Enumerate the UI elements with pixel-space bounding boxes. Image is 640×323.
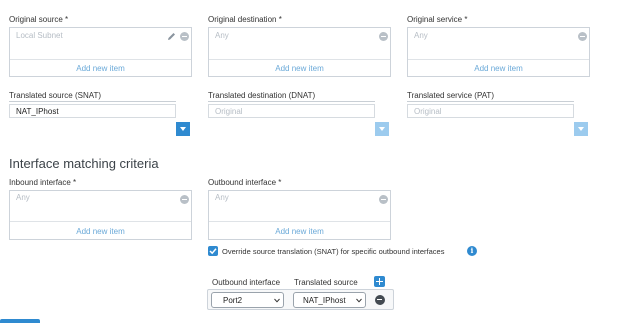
inbound-interface-field: Any Add new item	[9, 190, 192, 240]
bottom-action-button[interactable]	[0, 319, 40, 323]
translated-service-dropdown-chevron-down-icon[interactable]	[574, 122, 588, 136]
translated-destination-select[interactable]: Original	[208, 104, 375, 118]
mapping-row: Port2 NAT_IPhost	[207, 289, 394, 310]
edit-icon[interactable]	[167, 32, 176, 41]
mapping-translated-select[interactable]: NAT_IPhost	[293, 292, 366, 308]
info-icon[interactable]: i	[467, 246, 477, 256]
translated-destination-value: Original	[215, 107, 243, 116]
check-icon	[209, 248, 217, 255]
original-service-field: Any Add new item	[407, 27, 590, 77]
mapping-outbound-select[interactable]: Port2	[211, 292, 284, 308]
outbound-interface-field: Any Add new item	[208, 190, 391, 240]
add-destination-item-link[interactable]: Add new item	[209, 59, 390, 77]
translated-source-underline	[9, 101, 176, 102]
inbound-interface-value: Any	[16, 193, 30, 202]
original-service-label: Original service *	[407, 15, 468, 24]
remove-inbound-icon[interactable]	[180, 195, 189, 204]
remove-outbound-icon[interactable]	[379, 195, 388, 204]
original-source-value: Local Subnet	[16, 31, 63, 40]
original-destination-field: Any Add new item	[208, 27, 391, 77]
remove-service-icon[interactable]	[578, 32, 587, 41]
add-inbound-item-link[interactable]: Add new item	[10, 221, 191, 240]
original-source-label: Original source *	[9, 15, 69, 24]
translated-destination-label: Translated destination (DNAT)	[208, 91, 316, 100]
translated-destination-dropdown-chevron-down-icon[interactable]	[375, 122, 389, 136]
translated-destination-underline	[208, 101, 375, 102]
chevron-down-icon	[356, 298, 362, 303]
override-checkbox[interactable]	[208, 246, 218, 256]
override-label: Override source translation (SNAT) for s…	[222, 247, 445, 256]
remove-destination-icon[interactable]	[379, 32, 388, 41]
add-mapping-plus-icon[interactable]	[374, 276, 385, 287]
translated-service-label: Translated service (PAT)	[407, 91, 494, 100]
add-source-item-link[interactable]: Add new item	[10, 59, 191, 77]
outbound-interface-value: Any	[215, 193, 229, 202]
mapping-translated-value: NAT_IPhost	[303, 296, 346, 305]
translated-service-underline	[407, 101, 574, 102]
remove-mapping-icon[interactable]	[375, 295, 385, 305]
outbound-interface-label: Outbound interface *	[208, 178, 282, 187]
translated-source-select[interactable]: NAT_IPhost	[9, 104, 176, 118]
original-destination-value: Any	[215, 31, 229, 40]
original-service-value: Any	[414, 31, 428, 40]
remove-source-icon[interactable]	[180, 32, 189, 41]
original-source-field: Local Subnet Add new item	[9, 27, 192, 77]
translated-service-value: Original	[414, 107, 442, 116]
chevron-down-icon	[274, 298, 280, 303]
mapping-outbound-value: Port2	[223, 296, 243, 305]
translated-source-label: Translated source (SNAT)	[9, 91, 102, 100]
mapping-translated-header: Translated source	[294, 278, 358, 287]
inbound-interface-label: Inbound interface *	[9, 178, 77, 187]
mapping-outbound-header: Outbound interface	[212, 278, 281, 287]
translated-source-dropdown-chevron-down-icon[interactable]	[176, 122, 190, 136]
add-outbound-item-link[interactable]: Add new item	[209, 221, 390, 240]
add-service-item-link[interactable]: Add new item	[408, 59, 589, 77]
translated-source-value: NAT_IPhost	[16, 107, 59, 116]
section-title: Interface matching criteria	[9, 156, 159, 171]
original-destination-label: Original destination *	[208, 15, 282, 24]
translated-service-select[interactable]: Original	[407, 104, 574, 118]
